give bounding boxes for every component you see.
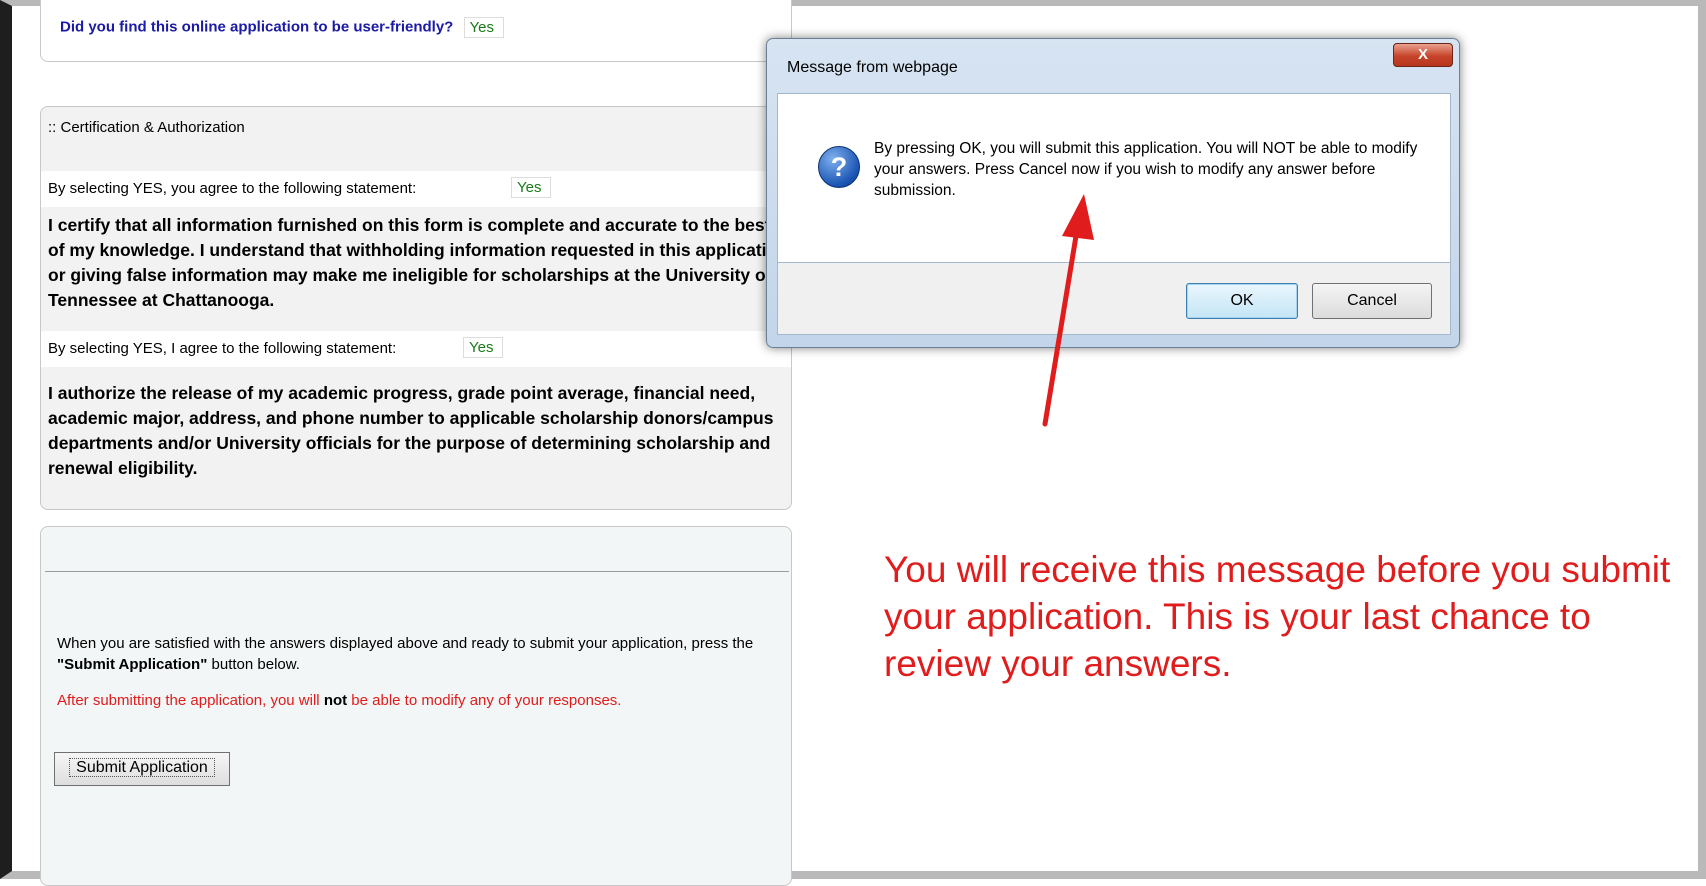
annotation-text: You will receive this message before you… [884, 549, 1671, 684]
statement2-answer: Yes [463, 337, 504, 358]
feedback-answer: Yes [463, 17, 505, 38]
dialog-message: By pressing OK, you will submit this app… [874, 140, 1418, 199]
warning-text: After submitting the application, you wi… [57, 692, 324, 709]
instructions-tail: button below. [207, 656, 300, 673]
confirm-dialog: Message from webpage X ? By pressing OK,… [766, 38, 1460, 348]
dialog-title: Message from webpage [787, 59, 958, 76]
statement1-answer: Yes [511, 177, 552, 198]
divider [45, 571, 789, 572]
authorize-statement-text: I authorize the release of my academic p… [48, 383, 774, 478]
submit-instructions: When you are satisfied with the answers … [57, 633, 777, 675]
submit-button-label: Submit Application [69, 758, 215, 777]
statement2-row: By selecting YES, I agree to the followi… [41, 331, 791, 367]
application-page: Did you find this online application to … [12, 0, 1698, 886]
statement1-row: By selecting YES, you agree to the follo… [41, 171, 791, 207]
submit-application-button[interactable]: Submit Application [54, 752, 230, 786]
close-icon[interactable]: X [1393, 43, 1453, 67]
instructions-text: When you are satisfied with the answers … [57, 635, 754, 652]
cancel-button[interactable]: Cancel [1312, 283, 1432, 319]
warning-bold: not [323, 692, 348, 709]
statement2-prompt: By selecting YES, I agree to the followi… [48, 340, 397, 357]
feedback-question: Did you find this online application to … [60, 18, 454, 36]
submit-panel: When you are satisfied with the answers … [40, 526, 792, 886]
statement1-prompt: By selecting YES, you agree to the follo… [48, 180, 417, 197]
section-header: :: Certification & Authorization [48, 119, 245, 136]
certification-panel: :: Certification & Authorization By sele… [40, 106, 792, 510]
submit-warning: After submitting the application, you wi… [57, 692, 621, 709]
certify-statement-text: I certify that all information furnished… [48, 215, 788, 310]
dialog-body: ? By pressing OK, you will submit this a… [777, 93, 1451, 263]
annotation-arrow [1042, 194, 1094, 427]
dialog-button-bar: OK Cancel [777, 263, 1451, 335]
question-icon: ? [818, 146, 860, 188]
instructions-bold: "Submit Application" [57, 656, 208, 673]
warning-tail: be able to modify any of your responses. [347, 692, 622, 709]
ok-button[interactable]: OK [1186, 283, 1298, 319]
feedback-panel: Did you find this online application to … [40, 0, 792, 62]
